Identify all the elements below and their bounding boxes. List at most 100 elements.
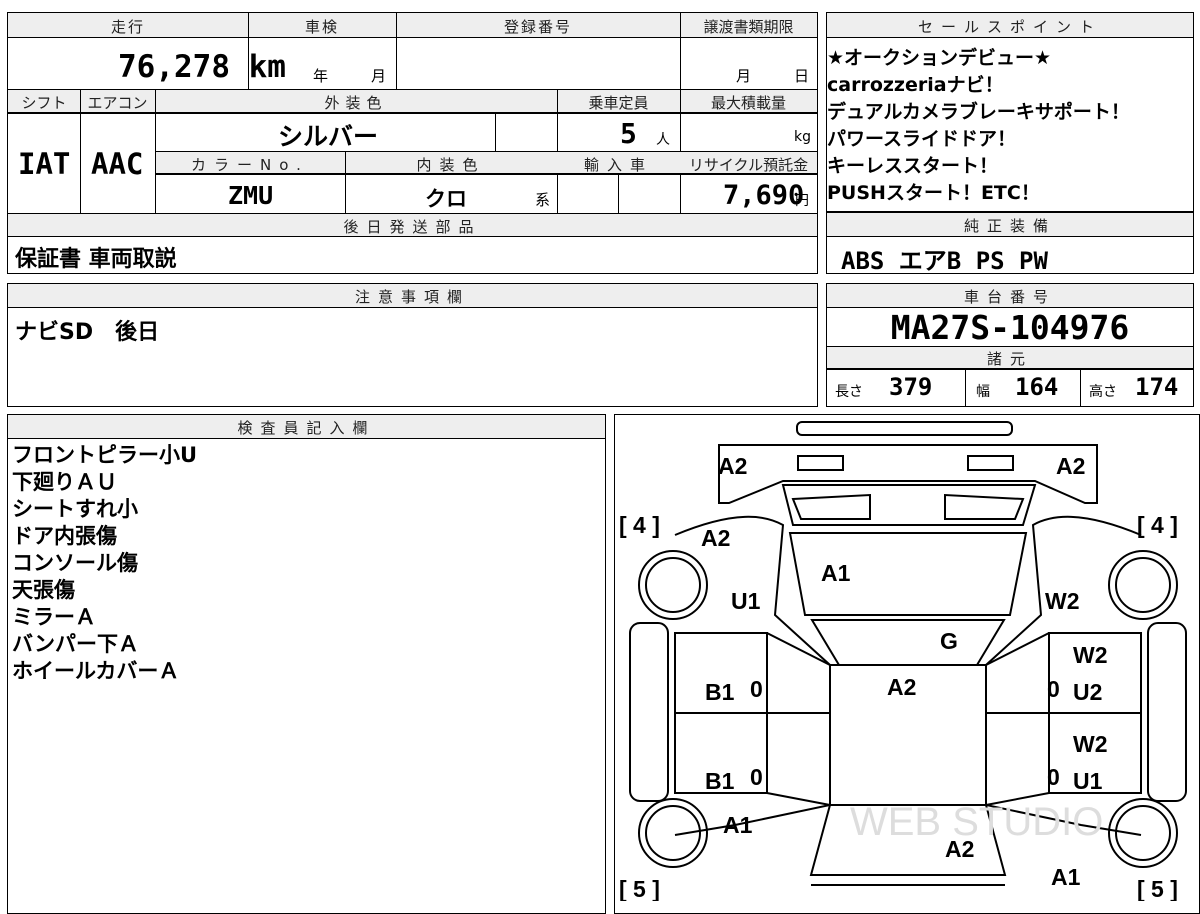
damage-mark: G <box>940 628 958 654</box>
ac-label: エアコン <box>87 94 148 112</box>
recycle-unit: 円 <box>795 193 809 209</box>
later-parts-label: 後日発送部品 <box>343 218 482 236</box>
damage-mark: A1 <box>723 812 753 838</box>
height-label: 高さ <box>1089 384 1117 400</box>
zero-marker: 0 <box>1047 764 1060 790</box>
inspector-line: コンソール傷 <box>12 551 138 575</box>
zero-marker: 0 <box>750 764 763 790</box>
inspector-line: ホイールカバーＡ <box>12 659 180 683</box>
rear-left-wheel <box>638 798 708 868</box>
inspector-line: シートすれ小 <box>12 497 138 521</box>
damage-mark: W2 <box>1073 731 1108 757</box>
notes-value: ナビSD 後日 <box>15 320 160 345</box>
later-parts-value: 保証書 車両取説 <box>15 247 177 272</box>
damage-mark: W2 <box>1045 588 1080 614</box>
color-no-label: カラーNo. <box>191 156 309 174</box>
sales-point: PUSHスタート！ETC！ <box>827 182 1040 204</box>
damage-mark: A1 <box>821 560 851 586</box>
interior-suffix: 系 <box>535 191 551 209</box>
inspector-line: 天張傷 <box>12 578 75 602</box>
zero-marker: 0 <box>1047 676 1060 702</box>
damage-mark: U2 <box>1073 679 1102 705</box>
damage-mark: A2 <box>718 453 747 479</box>
right-skirt-shape <box>1147 622 1187 802</box>
exterior-label: 外装色 <box>324 94 388 112</box>
notes-box: 注意事項欄 ナビSD 後日 <box>7 283 818 407</box>
sales-points-box: セールスポイント ★オークションデビュー★ carrozzeriaナビ！ デュア… <box>826 12 1194 212</box>
zero-marker: 0 <box>750 676 763 702</box>
width-value: 164 <box>1015 373 1059 401</box>
sales-point: キーレススタート！ <box>827 155 999 177</box>
front-left-wheel <box>638 550 708 620</box>
height-value: 174 <box>1135 373 1179 401</box>
chassis-label: 車台番号 <box>963 288 1056 306</box>
notes-label: 注意事項欄 <box>354 288 470 306</box>
vehicle-info-box: 走行 車検 登録番号 譲渡書類期限 76,278 km 年 月 月 日 シフト … <box>7 12 818 274</box>
damage-mark: A2 <box>701 525 730 551</box>
inspector-label: 検査員記入欄 <box>237 419 376 437</box>
recycle-label: リサイクル預託金 <box>688 156 809 174</box>
damage-mark: A2 <box>887 674 916 700</box>
rear-right-wheel <box>1108 798 1178 868</box>
inspector-box: 検査員記入欄 フロントピラー小U 下廻りＡＵ シートすれ小 ドア内張傷 コンソー… <box>7 414 606 914</box>
inspector-line: バンパー下Ａ <box>12 632 140 656</box>
inspector-line: 下廻りＡＵ <box>12 470 117 494</box>
equipment-value: ABS エアB PS PW <box>841 247 1048 275</box>
damage-mark: A2 <box>945 836 974 862</box>
transfer-month: 月 <box>736 67 752 85</box>
damage-mark: B1 <box>705 679 735 705</box>
registration-label: 登録番号 <box>503 18 572 36</box>
transfer-day: 日 <box>794 67 810 85</box>
recycle-value: 7,690 <box>723 180 805 211</box>
inspector-line: フロントピラー小U <box>12 443 198 467</box>
inspection-year: 年 <box>313 67 329 85</box>
equipment-box: 純正装備 ABS エアB PS PW <box>826 212 1194 275</box>
front-right-wheel <box>1108 550 1178 620</box>
specs-label: 諸元 <box>986 350 1033 368</box>
damage-mark: U1 <box>731 588 761 614</box>
width-label: 幅 <box>976 384 990 400</box>
capacity-label: 乗車定員 <box>588 94 649 112</box>
damage-diagram-box: WEB STUDIO [ 4 ] [ 4 ] [ 5 ] [ 5 ] A2 A2… <box>614 414 1200 914</box>
left-headlight-shape <box>797 455 844 471</box>
mileage-label: 走行 <box>110 18 145 36</box>
shift-value: IAT <box>18 147 71 181</box>
shift-label: シフト <box>21 94 67 112</box>
inspector-line: ドア内張傷 <box>12 524 117 548</box>
damage-mark: B1 <box>705 768 735 794</box>
chassis-value: MA27S-104976 <box>890 308 1130 347</box>
import-label: 輸入車 <box>583 156 653 174</box>
front-bumper-outline <box>718 444 1098 504</box>
inspector-line: ミラーＡ <box>12 605 96 629</box>
mileage-value: 76,278 km <box>118 49 286 85</box>
sales-point: パワースライドドア！ <box>827 128 1017 150</box>
damage-mark: W2 <box>1073 642 1108 668</box>
tire-label: [ 4 ] <box>619 512 660 538</box>
damage-mark: A1 <box>1051 864 1081 890</box>
capacity-unit: 人 <box>656 132 670 148</box>
maxload-label: 最大積載量 <box>710 94 786 112</box>
sales-points-label: セールスポイント <box>917 18 1102 36</box>
interior-label: 内装色 <box>416 156 486 174</box>
sales-point: ★オークションデビュー★ <box>827 47 1052 69</box>
left-skirt-shape <box>629 622 669 802</box>
tire-label: [ 4 ] <box>1137 512 1178 538</box>
tire-label: [ 5 ] <box>619 876 660 901</box>
right-body-outline <box>985 515 1142 836</box>
right-headlight-shape <box>967 455 1014 471</box>
sales-point: carrozzeriaナビ！ <box>827 74 1004 96</box>
length-value: 379 <box>889 373 933 401</box>
chassis-box: 車台番号 MA27S-104976 諸元 長さ 379 幅 164 高さ 174 <box>826 283 1194 407</box>
svg-text:WEB STUDIO: WEB STUDIO <box>850 800 1103 844</box>
capacity-value: 5 <box>620 117 637 150</box>
car-diagram: WEB STUDIO [ 4 ] [ 4 ] [ 5 ] [ 5 ] A2 A2… <box>619 421 1187 901</box>
inspection-month: 月 <box>371 67 387 85</box>
front-bumper-shape <box>796 421 1013 436</box>
ac-value: AAC <box>91 147 144 181</box>
maxload-unit: kg <box>794 129 811 145</box>
exterior-value: シルバー <box>278 122 379 151</box>
equipment-label: 純正装備 <box>963 217 1056 235</box>
damage-mark: A2 <box>1056 453 1085 479</box>
transfer-label: 譲渡書類期限 <box>703 18 794 36</box>
sales-point: デュアルカメラブレーキサポート！ <box>827 101 1130 123</box>
